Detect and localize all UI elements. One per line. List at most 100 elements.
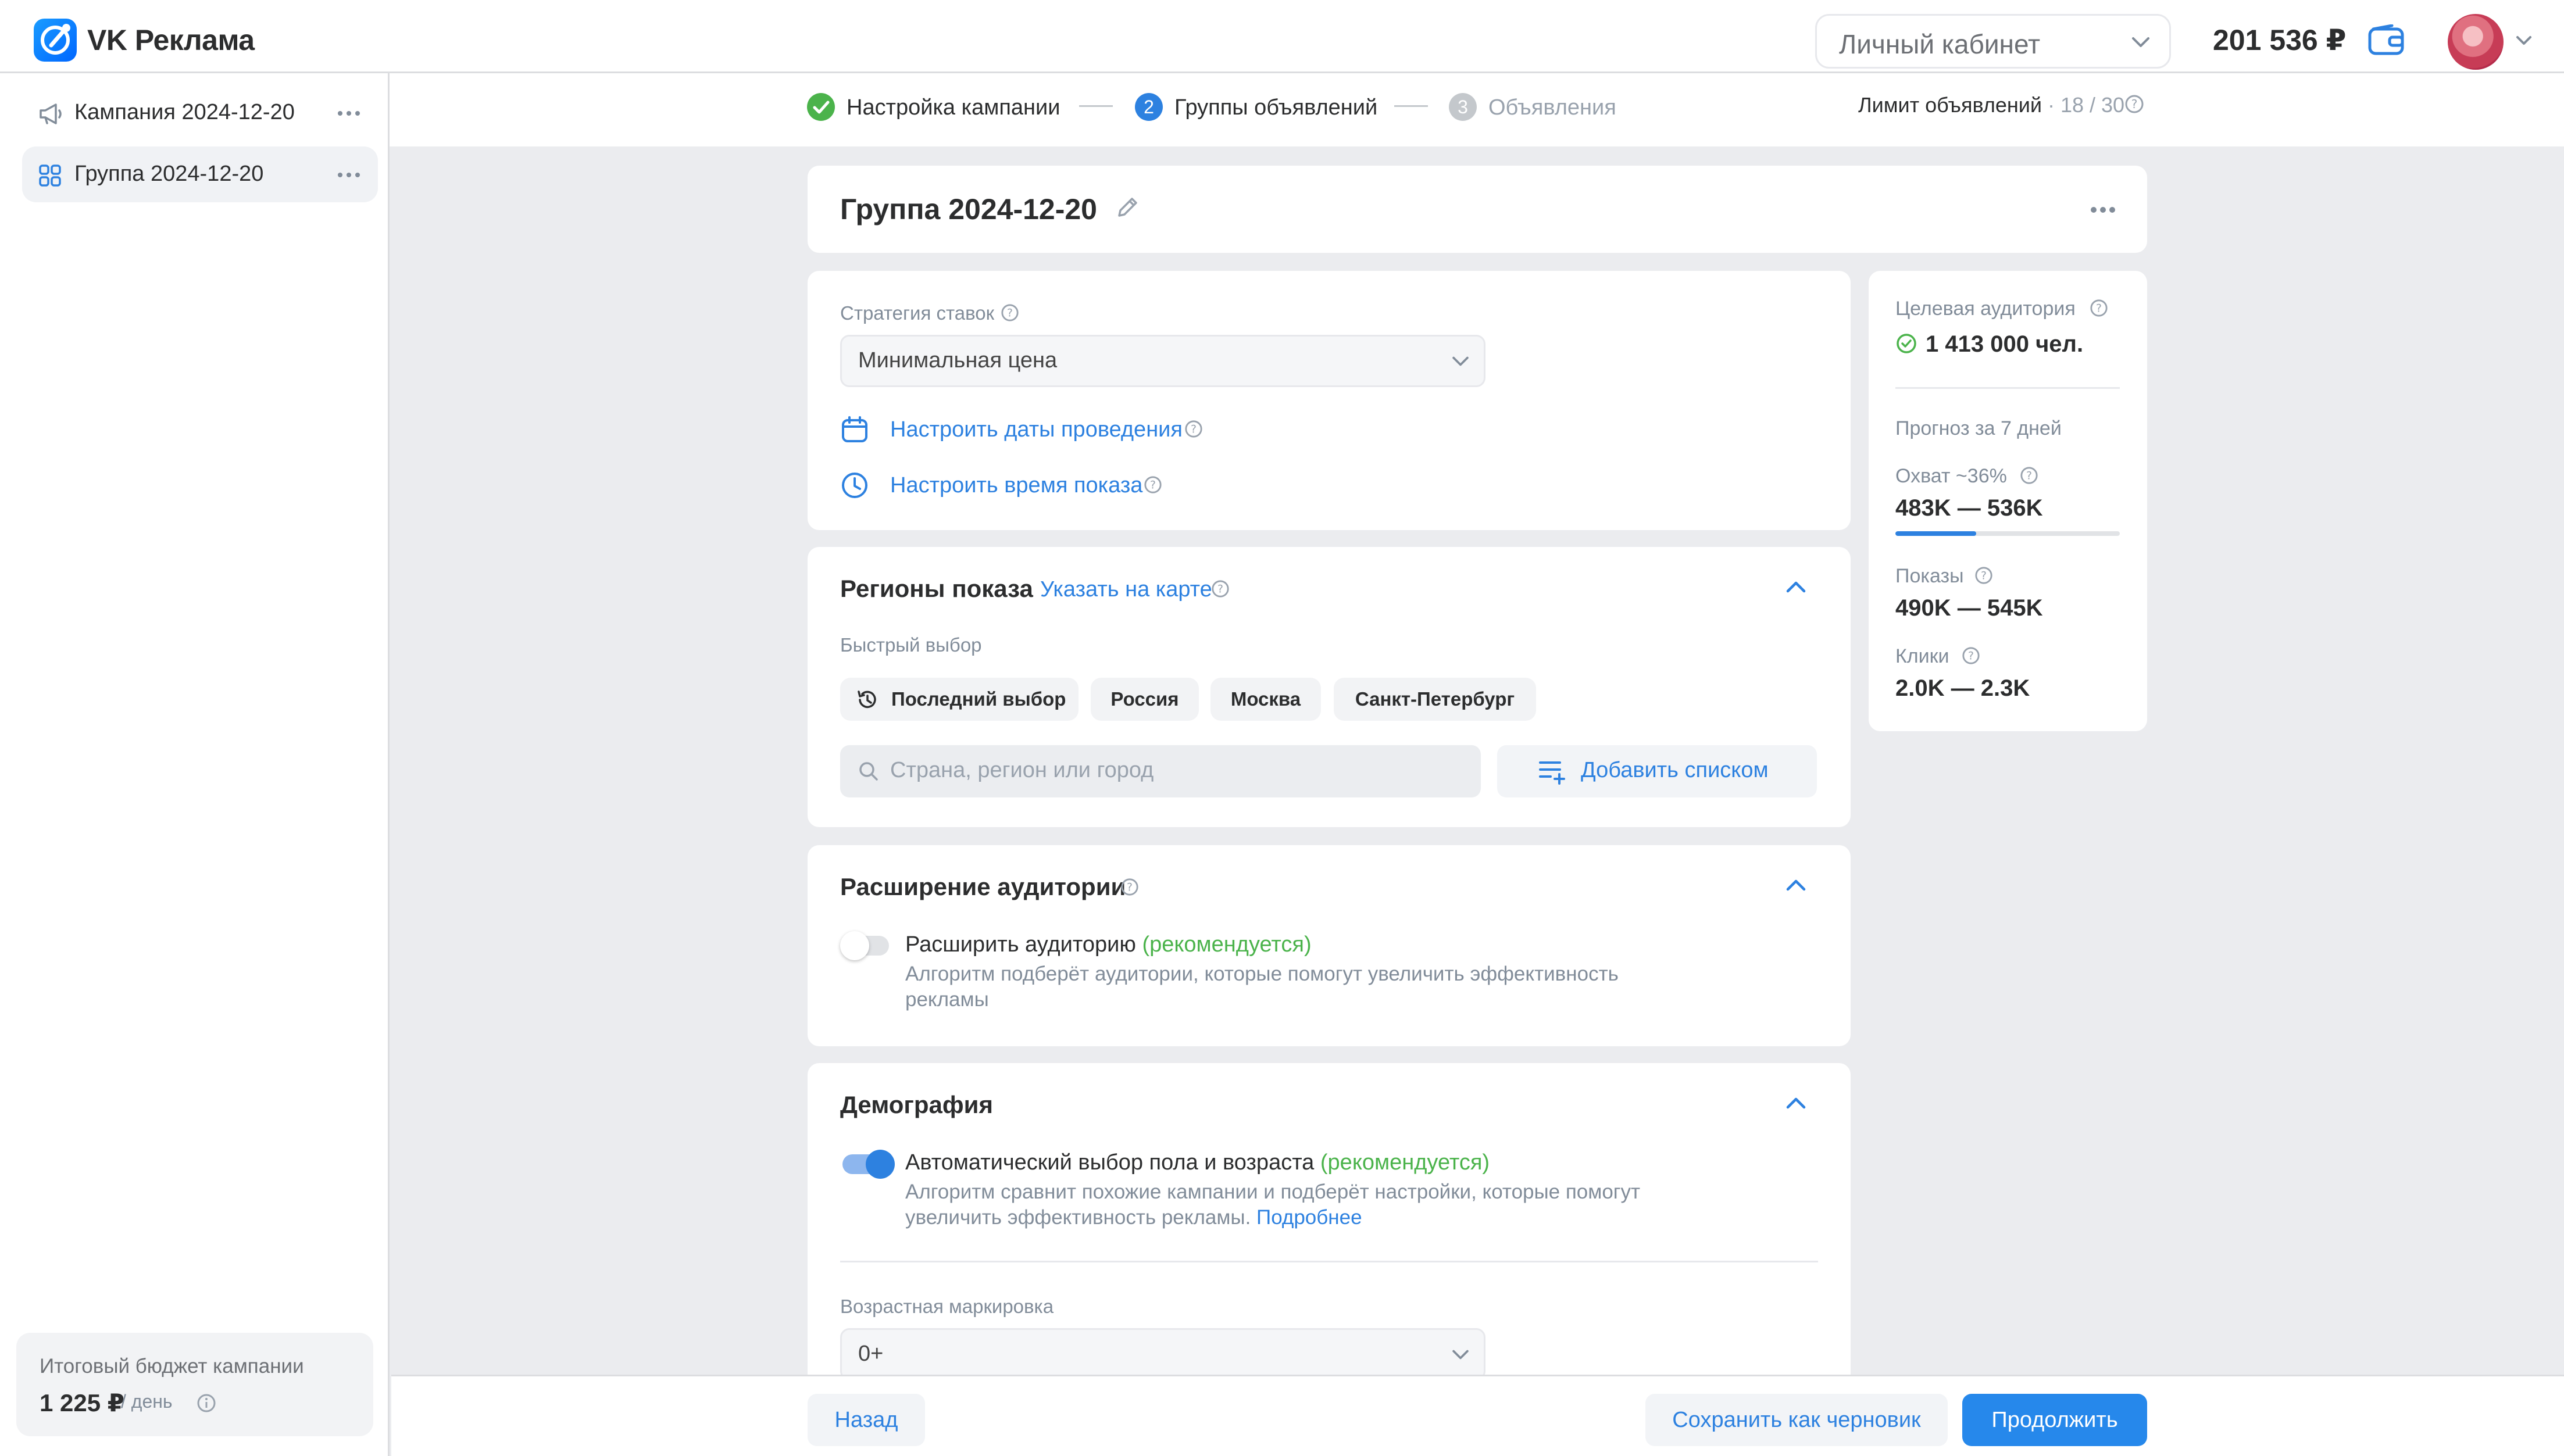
bid-strategy-value: Минимальная цена [858,348,1058,373]
bottom-action-bar: Назад Сохранить как черновик Продолжить [391,1375,2564,1456]
step-label: Группы объявлений [1174,95,1378,120]
help-icon[interactable]: ? [2090,299,2108,317]
add-list-icon [1539,761,1565,785]
ads-limit-label: Лимит объявлений [1858,93,2042,117]
auto-gender-age-toggle[interactable] [842,1150,895,1179]
svg-text:?: ? [1150,480,1156,492]
check-circle-icon [1897,334,1916,353]
help-icon[interactable]: ? [1962,646,1980,665]
step-divider [1394,105,1428,107]
bidding-card: Стратегия ставок ? Минимальная цена Наст… [808,271,1851,530]
chevron-up-icon[interactable] [1784,579,1808,595]
svg-text:?: ? [1968,650,1974,663]
edit-icon[interactable] [1115,195,1140,220]
user-avatar[interactable] [2448,14,2504,70]
region-search-input[interactable]: Страна, регион или город [840,745,1481,797]
svg-text:?: ? [2131,97,2138,111]
clicks-value: 2.0K — 2.3K [1895,675,2030,701]
svg-text:?: ? [2096,303,2102,315]
chip-last-selection[interactable]: Последний выбор [840,678,1079,721]
age-rating-select[interactable]: 0+ [840,1328,1485,1380]
chevron-down-icon [2132,37,2149,47]
svg-text:?: ? [2026,470,2032,482]
help-icon[interactable]: ? [1144,475,1162,494]
chip-russia[interactable]: Россия [1091,678,1199,721]
sidebar: Кампания 2024-12-20 Группа 2024-12-20 Ит… [0,73,390,1456]
divider [1895,387,2120,389]
info-icon[interactable] [197,1393,216,1413]
age-rating-value: 0+ [858,1341,884,1366]
clock-icon [842,473,867,498]
clicks-label: Клики [1895,645,1949,667]
chip-moscow[interactable]: Москва [1210,678,1321,721]
svg-text:?: ? [1007,307,1013,320]
more-icon[interactable] [337,110,360,116]
search-icon [859,762,878,781]
save-draft-button[interactable]: Сохранить как черновик [1645,1394,1948,1446]
help-icon[interactable]: ? [2020,466,2038,485]
impressions-label: Показы [1895,565,1964,587]
expand-audience-toggle[interactable] [840,931,889,960]
set-dates-link[interactable]: Настроить даты проведения [890,417,1183,442]
chip-label: Последний выбор [891,688,1066,710]
chevron-down-icon [1452,1350,1469,1360]
megaphone-icon [40,103,62,124]
age-rating-label: Возрастная маркировка [840,1296,1054,1317]
bid-strategy-label: Стратегия ставок [840,302,995,324]
toggle-knob [840,931,869,960]
sidebar-item-label: Кампания 2024-12-20 [74,100,295,124]
help-icon[interactable]: ? [2124,94,2144,114]
more-icon[interactable] [337,172,360,178]
svg-text:?: ? [1981,570,1987,582]
more-icon[interactable] [2090,206,2116,213]
quick-select-label: Быстрый выбор [840,634,982,656]
auto-gender-age-label: Автоматический выбор пола и возраста (ре… [905,1150,1490,1175]
map-link[interactable]: Указать на карте [1040,577,1212,602]
account-select[interactable]: Личный кабинет [1815,14,2171,69]
chevron-up-icon[interactable] [1784,878,1808,893]
chip-saint-petersburg[interactable]: Санкт-Петербург [1334,678,1536,721]
audience-expansion-card: Расширение аудитории ? Расширить аудитор… [808,845,1851,1046]
reach-progress-fill [1895,531,1976,536]
regions-card: Регионы показа Указать на карте ? Быстры… [808,547,1851,827]
sidebar-item-group[interactable]: Группа 2024-12-20 [22,146,378,202]
expand-audience-label: Расширить аудиторию (рекомендуется) [905,932,1312,957]
target-audience-label: Целевая аудитория [1895,298,2076,320]
forecast-panel: Целевая аудитория ? 1 413 000 чел. Прогн… [1869,271,2147,731]
set-time-link[interactable]: Настроить время показа [890,473,1142,498]
app-name: VK Реклама [87,24,255,56]
sidebar-item-label: Группа 2024-12-20 [74,162,264,186]
vk-ads-logo[interactable] [34,19,77,62]
history-icon [858,691,876,709]
step-label: Настройка кампании [847,95,1060,120]
bid-strategy-select[interactable]: Минимальная цена [840,335,1485,387]
target-audience-value: 1 413 000 чел. [1926,331,2084,357]
impressions-value: 490K — 545K [1895,595,2043,621]
wallet-icon[interactable] [2367,24,2405,57]
add-list-button[interactable]: Добавить списком [1497,745,1817,797]
back-button[interactable]: Назад [808,1394,925,1446]
step-number: 3 [1449,93,1477,121]
account-select-value: Личный кабинет [1839,29,2041,59]
help-icon[interactable]: ? [1211,579,1230,598]
sidebar-item-campaign[interactable]: Кампания 2024-12-20 [22,85,378,141]
chevron-up-icon[interactable] [1784,1096,1808,1111]
help-icon[interactable]: ? [1184,420,1203,438]
step-number: 2 [1135,93,1163,121]
chevron-down-icon [1452,356,1469,366]
ads-limit: Лимит объявлений · 18 / 30 [1858,93,2124,117]
budget-period: / день [121,1391,173,1412]
forecast-period-label: Прогноз за 7 дней [1895,417,2062,439]
help-icon[interactable]: ? [1001,303,1019,322]
help-icon[interactable]: ? [1974,566,1993,585]
svg-text:?: ? [1217,584,1223,596]
expand-audience-text: Расширить аудиторию [905,932,1136,957]
expansion-title: Расширение аудитории [840,873,1126,900]
continue-button[interactable]: Продолжить [1962,1394,2147,1446]
help-icon[interactable]: ? [1120,878,1139,896]
recommended-badge: (рекомендуется) [1320,1150,1490,1175]
chevron-down-icon[interactable] [2515,35,2533,46]
check-icon [807,93,835,121]
more-link[interactable]: Подробнее [1256,1206,1362,1229]
campaign-budget-summary: Итоговый бюджет кампании 1 225 ₽ / день [16,1333,373,1436]
